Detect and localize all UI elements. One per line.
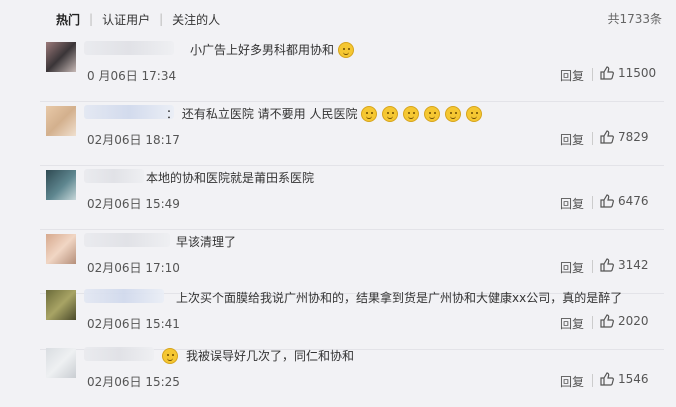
comment-row: 上次买个面膜给我说广州协和的，结果拿到货是广州协和大健康xx公司，真的是醉了 0… (40, 286, 664, 350)
username-blurred[interactable] (84, 169, 144, 183)
thumbs-up-icon (600, 372, 614, 386)
tab-following[interactable]: 关注的人 (172, 11, 220, 28)
action-divider (592, 68, 593, 81)
action-divider (592, 132, 593, 145)
like-button[interactable]: 11500 (600, 66, 656, 80)
username-blurred[interactable] (84, 347, 154, 361)
comment-time: 0 月06日 17:34 (87, 69, 177, 83)
comment-tabs: 热门 | 认证用户 | 关注的人 (56, 10, 220, 28)
laugh-emoji-icon (338, 41, 355, 58)
comment-row: ： 还有私立医院 请不要用 人民医院 02月06日 18:17 回复 7829 (40, 102, 664, 166)
smile-emoji-icon (445, 105, 462, 122)
thumbs-up-icon (600, 314, 614, 328)
comment-time: 02月06日 15:49 (87, 197, 180, 211)
username-blurred[interactable] (84, 41, 174, 55)
tab-hot[interactable]: 热门 (56, 11, 80, 28)
username-blurred[interactable] (84, 233, 170, 247)
action-divider (592, 374, 593, 387)
action-divider (592, 196, 593, 209)
comment-row: 本地的协和医院就是莆田系医院 02月06日 15:49 回复 6476 (40, 166, 664, 230)
like-count: 2020 (618, 314, 649, 328)
smile-emoji-icon (466, 105, 483, 122)
avatar[interactable] (46, 348, 76, 378)
avatar[interactable] (46, 290, 76, 320)
smile-emoji-icon (382, 105, 399, 122)
comment-text: 小广告上好多男科都用协和 (190, 41, 359, 58)
tab-divider: | (89, 12, 94, 26)
smile-emoji-icon (361, 105, 378, 122)
comment-panel: 热门 | 认证用户 | 关注的人 共1733条 小广告上好多男科都用协和 0 月… (0, 0, 676, 405)
comment-time: 02月06日 17:10 (87, 261, 180, 275)
comment-text: 本地的协和医院就是莆田系医院 (146, 171, 315, 185)
reply-button[interactable]: 回复 (560, 315, 584, 332)
comment-row: 我被误导好几次了，同仁和协和 02月06日 15:25 回复 1546 (40, 344, 664, 407)
smile-emoji-icon (424, 105, 441, 122)
like-button[interactable]: 6476 (600, 194, 649, 208)
comment-text: 上次买个面膜给我说广州协和的，结果拿到货是广州协和大健康xx公司，真的是醉了 (176, 291, 623, 305)
reply-button[interactable]: 回复 (560, 67, 584, 84)
avatar[interactable] (46, 234, 76, 264)
thumbs-up-icon (600, 258, 614, 272)
like-count: 3142 (618, 258, 649, 272)
reply-button[interactable]: 回复 (560, 373, 584, 390)
avatar[interactable] (46, 170, 76, 200)
comment-time: 02月06日 15:41 (87, 317, 180, 331)
like-button[interactable]: 1546 (600, 372, 649, 386)
comment-text: 早该清理了 (176, 235, 237, 249)
action-divider (592, 260, 593, 273)
comment-time: 02月06日 15:25 (87, 375, 180, 389)
username-blurred[interactable] (84, 105, 174, 119)
reply-button[interactable]: 回复 (560, 131, 584, 148)
tab-divider: | (159, 12, 164, 26)
like-count: 11500 (618, 66, 657, 80)
action-divider (592, 316, 593, 329)
crown-emoji-icon (162, 347, 178, 364)
like-count: 6476 (618, 194, 649, 208)
avatar[interactable] (46, 42, 76, 72)
reply-button[interactable]: 回复 (560, 195, 584, 212)
comment-text: ： 还有私立医院 请不要用 人民医院 (166, 105, 487, 122)
comment-row: 早该清理了 02月06日 17:10 回复 3142 (40, 230, 664, 294)
thumbs-up-icon (600, 66, 614, 80)
like-count: 1546 (618, 372, 649, 386)
tab-verified-users[interactable]: 认证用户 (102, 11, 150, 28)
comment-text: 我被误导好几次了，同仁和协和 (162, 347, 354, 364)
comment-count: 共1733条 (607, 12, 662, 26)
smile-emoji-icon (403, 105, 420, 122)
comment-time: 02月06日 18:17 (87, 133, 180, 147)
thumbs-up-icon (600, 194, 614, 208)
thumbs-up-icon (600, 130, 614, 144)
avatar[interactable] (46, 106, 76, 136)
username-blurred[interactable] (84, 289, 164, 303)
like-count: 7829 (618, 130, 649, 144)
like-button[interactable]: 2020 (600, 314, 649, 328)
like-button[interactable]: 7829 (600, 130, 649, 144)
reply-button[interactable]: 回复 (560, 259, 584, 276)
like-button[interactable]: 3142 (600, 258, 649, 272)
comment-row: 小广告上好多男科都用协和 0 月06日 17:34 回复 11500 (40, 38, 664, 102)
